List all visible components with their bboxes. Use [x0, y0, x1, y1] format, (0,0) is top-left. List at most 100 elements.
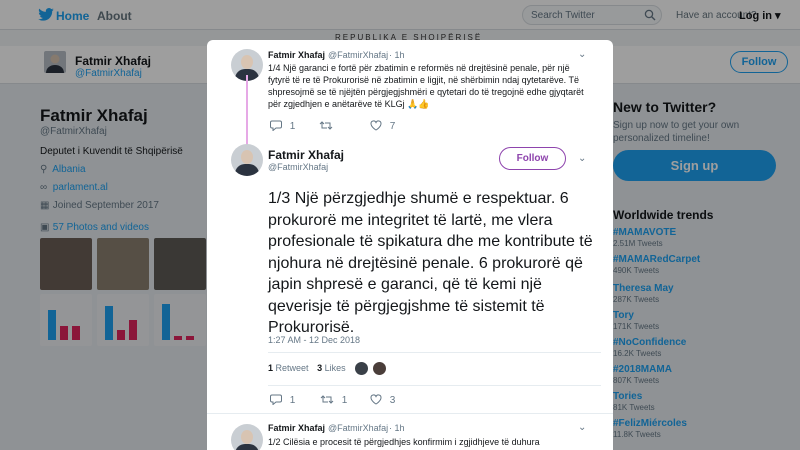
trend-count: 490K Tweets	[613, 266, 660, 275]
like-stat[interactable]: 3 Likes	[317, 363, 346, 373]
search-icon[interactable]	[644, 9, 656, 21]
prev-retweet-action[interactable]	[319, 120, 333, 132]
nav-home-link[interactable]: Home	[56, 9, 89, 23]
photo-thumbnail[interactable]	[40, 238, 92, 290]
divider	[268, 352, 601, 353]
profile-location-text[interactable]: Albania	[52, 164, 85, 175]
photo-thumbnail[interactable]	[40, 294, 92, 346]
main-like-action[interactable]: 3	[370, 394, 395, 406]
trend-count: 2.51M Tweets	[613, 239, 663, 248]
main-tweet-timestamp[interactable]: 1:27 AM - 12 Dec 2018	[268, 335, 360, 345]
profile-link[interactable]: ∞ parlament.al	[40, 182, 108, 193]
author-avatar[interactable]	[231, 144, 263, 176]
main-retweet-count: 1	[341, 395, 348, 406]
profile-name[interactable]: Fatmir Xhafaj	[40, 106, 148, 126]
main-tweet-text: 1/3 Një përzgjedhje shumë e respektuar. …	[268, 190, 593, 336]
profile-bar-name[interactable]: Fatmir Xhafaj	[75, 54, 151, 68]
next-tweet-text: 1/2 Cilësia e procesit të përgjedhjes ko…	[268, 437, 540, 447]
profile-follow-button[interactable]: Follow	[730, 51, 788, 73]
profile-avatar[interactable]	[42, 49, 68, 75]
retweet-stat[interactable]: 1 Retweet	[268, 363, 309, 373]
trend-count: 287K Tweets	[613, 295, 660, 304]
location-pin-icon: ⚲	[40, 164, 48, 175]
prev-tweet-author-handle[interactable]: @FatmirXhafaj	[328, 50, 388, 60]
photos-link[interactable]: ▣ 57 Photos and videos	[40, 222, 149, 233]
trend-item[interactable]: Tory 171K Tweets	[613, 310, 659, 332]
main-tweet-author-name[interactable]: Fatmir Xhafaj	[268, 148, 344, 162]
photo-thumbnail[interactable]	[97, 238, 149, 290]
trend-count: 11.8K Tweets	[613, 430, 661, 439]
next-tweet-time[interactable]: · 1h	[389, 423, 405, 433]
author-avatar[interactable]	[231, 424, 263, 450]
login-link[interactable]: Log in ▾	[739, 9, 781, 22]
prev-like-count: 7	[389, 121, 396, 132]
chevron-down-icon[interactable]: ⌄	[578, 153, 588, 164]
trend-count: 81K Tweets	[613, 403, 655, 412]
trend-item[interactable]: #FelizMiércoles 11.8K Tweets	[613, 418, 687, 440]
profile-bar-handle[interactable]: @FatmirXhafaj	[75, 68, 142, 79]
retweet-stat-label: Retweet	[275, 363, 309, 373]
profile-joined: ▦ Joined September 2017	[40, 200, 159, 211]
like-stat-count: 3	[317, 363, 323, 373]
main-reply-action[interactable]: 1	[270, 394, 295, 406]
trend-tag[interactable]: #MAMAVOTE	[613, 227, 676, 239]
next-tweet-author-name[interactable]: Fatmir Xhafaj	[268, 423, 325, 433]
photos-link-text[interactable]: 57 Photos and videos	[53, 222, 149, 233]
liker-avatar[interactable]	[354, 361, 369, 376]
top-navigation: Home About Search Twitter Have an accoun…	[0, 0, 800, 30]
trend-item[interactable]: #MAMAVOTE 2.51M Tweets	[613, 227, 676, 249]
trend-count: 807K Tweets	[613, 376, 660, 385]
trend-item[interactable]: #MAMARedCarpet 490K Tweets	[613, 254, 700, 276]
follow-button[interactable]: Follow	[499, 147, 566, 170]
twitter-bird-icon[interactable]	[38, 8, 54, 21]
photo-thumbnail[interactable]	[97, 294, 149, 346]
heart-icon	[370, 394, 382, 405]
prev-tweet-text: 1/4 Një garanci e fortë për zbatimin e r…	[268, 63, 584, 109]
main-reply-count: 1	[289, 395, 296, 406]
prev-like-action[interactable]: 7	[370, 120, 395, 132]
main-like-count: 3	[389, 395, 396, 406]
chevron-down-icon[interactable]: ⌄	[578, 422, 588, 433]
divider	[207, 413, 613, 414]
trend-tag[interactable]: #2018MAMA	[613, 364, 672, 376]
tweet-stats: 1 Retweet 3 Likes	[268, 363, 346, 373]
trend-tag[interactable]: #MAMARedCarpet	[613, 254, 700, 266]
search-placeholder: Search Twitter	[531, 10, 595, 21]
trend-count: 16.2K Tweets	[613, 349, 662, 358]
search-input[interactable]: Search Twitter	[522, 5, 662, 25]
profile-joined-text: Joined September 2017	[52, 200, 159, 211]
retweet-stat-count: 1	[268, 363, 274, 373]
nav-about-link[interactable]: About	[97, 9, 132, 23]
trend-item[interactable]: Tories 81K Tweets	[613, 391, 655, 413]
trend-item[interactable]: #2018MAMA 807K Tweets	[613, 364, 672, 386]
photo-icon: ▣	[40, 222, 50, 233]
liker-avatar[interactable]	[372, 361, 387, 376]
divider	[268, 385, 601, 386]
retweet-icon	[319, 121, 333, 130]
main-retweet-action[interactable]: 1	[320, 394, 347, 406]
next-tweet-author-handle[interactable]: @FatmirXhafaj	[328, 423, 388, 433]
main-tweet-author-handle[interactable]: @FatmirXhafaj	[268, 162, 328, 172]
trend-tag[interactable]: Tory	[613, 310, 659, 322]
trend-tag[interactable]: Tories	[613, 391, 655, 403]
photo-thumbnail[interactable]	[154, 294, 206, 346]
heart-icon	[370, 120, 382, 131]
prev-tweet-author-name[interactable]: Fatmir Xhafaj	[268, 50, 325, 60]
trend-item[interactable]: #NoConfidence 16.2K Tweets	[613, 337, 686, 359]
prev-tweet-time[interactable]: · 1h	[389, 50, 405, 60]
new-to-twitter-subtitle: Sign up now to get your own personalized…	[613, 120, 740, 144]
trend-tag[interactable]: #FelizMiércoles	[613, 418, 687, 430]
trend-item[interactable]: Theresa May 287K Tweets	[613, 283, 674, 305]
profile-link-text[interactable]: parlament.al	[53, 182, 108, 193]
prev-reply-action[interactable]: 1	[270, 120, 295, 132]
trends-title: Worldwide trends	[613, 208, 714, 222]
signup-button[interactable]: Sign up	[613, 150, 776, 181]
trend-tag[interactable]: #NoConfidence	[613, 337, 686, 349]
profile-handle[interactable]: @FatmirXhafaj	[40, 126, 107, 137]
trend-tag[interactable]: Theresa May	[613, 283, 674, 295]
trend-count: 171K Tweets	[613, 322, 660, 331]
photo-thumbnail[interactable]	[154, 238, 206, 290]
retweet-icon	[320, 395, 334, 404]
chevron-down-icon[interactable]: ⌄	[578, 49, 588, 60]
photo-grid	[40, 238, 206, 346]
